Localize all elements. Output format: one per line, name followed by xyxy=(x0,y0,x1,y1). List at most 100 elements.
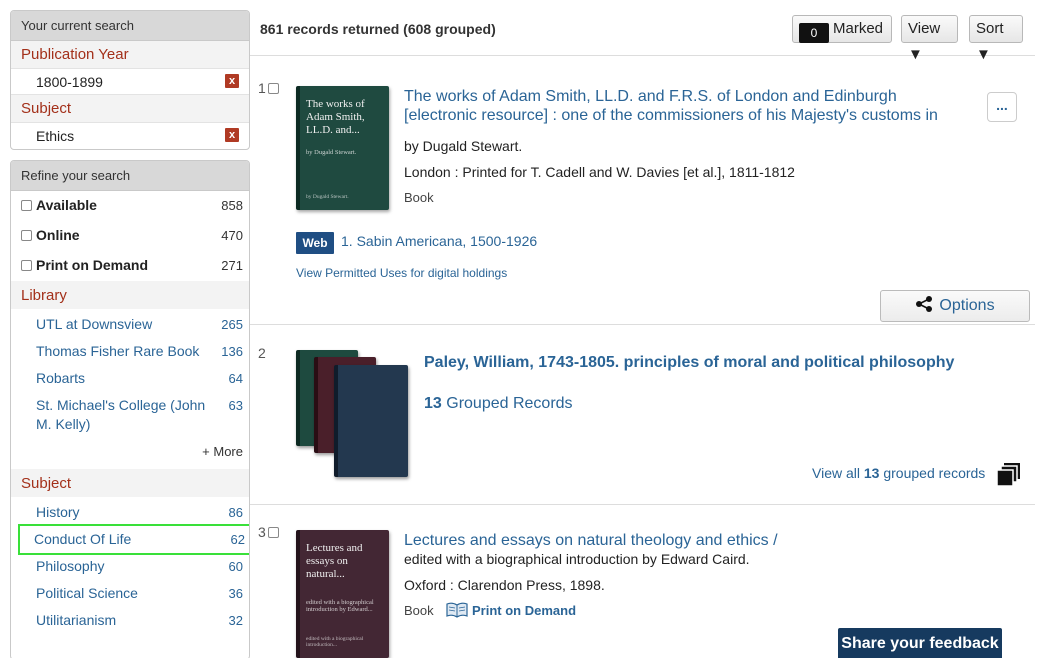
cover-title: The works of Adam Smith, LL.D. and... xyxy=(306,98,365,136)
library-item-thomas-fisher[interactable]: Thomas Fisher Rare Book 136 xyxy=(11,338,249,365)
share-icon xyxy=(916,296,933,312)
library-item-st-michaels[interactable]: St. Michael's College (John M. Kelly) 63 xyxy=(11,392,249,438)
share-feedback-button[interactable]: Share your feedback xyxy=(838,628,1002,658)
facet-count: 64 xyxy=(228,371,243,386)
view-all-prefix: View all xyxy=(812,465,860,481)
view-all-suffix: grouped records xyxy=(883,465,986,481)
record-title-link[interactable]: The works of Adam Smith, LL.D. and F.R.S… xyxy=(404,87,974,125)
availability-print-on-demand[interactable]: Print on Demand 271 xyxy=(11,251,249,281)
facet-count: 63 xyxy=(228,398,243,413)
view-dropdown[interactable]: View ▼ xyxy=(901,15,958,63)
record-format: Book xyxy=(404,603,434,618)
library-item-utl-downsview[interactable]: UTL at Downsview 265 xyxy=(11,311,249,338)
library-facet-list: UTL at Downsview 265 Thomas Fisher Rare … xyxy=(11,309,249,469)
record-title-link[interactable]: Paley, William, 1743-1805. principles of… xyxy=(424,353,984,372)
title-line[interactable]: The works of Adam Smith, LL.D. and F.R.S… xyxy=(404,88,897,105)
library-item-robarts[interactable]: Robarts 64 xyxy=(11,365,249,392)
subject-item-utilitarianism[interactable]: Utilitarianism 32 xyxy=(11,607,249,634)
grouped-count: 13 xyxy=(424,395,442,412)
record-number: 3 xyxy=(258,524,279,540)
stacked-records-icon[interactable] xyxy=(996,462,1022,488)
availability-label: Online xyxy=(36,227,80,243)
remove-filter-icon[interactable]: x xyxy=(225,128,239,142)
facet-label[interactable]: Political Science xyxy=(36,585,138,601)
facet-label[interactable]: St. Michael's College (John M. Kelly) xyxy=(36,397,205,432)
record-index: 1 xyxy=(258,80,266,96)
filter-category-publication-year: Publication Year xyxy=(11,41,249,69)
facet-label[interactable]: Philosophy xyxy=(36,558,105,574)
facet-count: 62 xyxy=(230,532,245,547)
facet-count: 136 xyxy=(221,344,243,359)
marked-label: Marked xyxy=(833,20,884,37)
facet-label[interactable]: Conduct Of Life xyxy=(34,531,131,547)
availability-label: Available xyxy=(36,197,97,213)
facet-label[interactable]: Robarts xyxy=(36,370,85,386)
record-title-link[interactable]: Lectures and essays on natural theology … xyxy=(404,531,778,550)
book-cover-image[interactable]: Lectures and essays on natural... edited… xyxy=(296,530,389,658)
sidebar: Your current search Publication Year 180… xyxy=(10,10,250,658)
library-more-link[interactable]: + More xyxy=(11,438,249,467)
facet-count: 858 xyxy=(221,198,243,213)
cover-footer: by Dugald Stewart. xyxy=(306,194,349,200)
current-search-panel: Your current search Publication Year 180… xyxy=(10,10,250,150)
subject-heading: Subject xyxy=(11,469,249,497)
marked-button[interactable]: 0 Marked xyxy=(792,15,892,43)
facet-count: 265 xyxy=(221,317,243,332)
facet-label[interactable]: UTL at Downsview xyxy=(36,316,152,332)
facet-label[interactable]: History xyxy=(36,504,80,520)
availability-available[interactable]: Available 858 xyxy=(11,191,249,221)
sort-dropdown[interactable]: Sort ▼ xyxy=(969,15,1023,63)
more-actions-button[interactable]: ... xyxy=(987,92,1017,122)
subject-item-conduct-of-life[interactable]: Conduct Of Life 62 xyxy=(18,524,249,555)
subject-item-political-science[interactable]: Political Science 36 xyxy=(11,580,249,607)
online-resource-link[interactable]: 1. Sabin Americana, 1500-1926 xyxy=(341,233,537,249)
refine-search-panel: Refine your search Available 858 Online … xyxy=(10,160,250,658)
facet-count: 271 xyxy=(221,258,243,273)
record-index: 3 xyxy=(258,524,266,540)
filter-value-subject: Ethics x xyxy=(11,123,249,149)
grouped-cover-front[interactable] xyxy=(334,365,408,477)
book-cover-image[interactable]: The works of Adam Smith, LL.D. and... by… xyxy=(296,86,389,210)
view-all-count: 13 xyxy=(863,465,880,481)
checkbox[interactable] xyxy=(21,200,32,211)
permitted-uses-link[interactable]: View Permitted Uses for digital holdings xyxy=(296,266,507,280)
options-button[interactable]: Options xyxy=(880,290,1030,322)
cover-subtitle: by Dugald Stewart. xyxy=(306,149,357,156)
availability-online[interactable]: Online 470 xyxy=(11,221,249,251)
checkbox[interactable] xyxy=(21,260,32,271)
checkbox[interactable] xyxy=(21,230,32,241)
facet-count: 86 xyxy=(228,505,243,520)
facet-count: 32 xyxy=(228,613,243,628)
record-number: 1 xyxy=(258,80,279,96)
result-record: 1 The works of Adam Smith, LL.D. and... … xyxy=(250,56,1035,325)
record-publisher: London : Printed for T. Cadell and W. Da… xyxy=(404,164,795,180)
facet-label[interactable]: Thomas Fisher Rare Book xyxy=(36,343,199,359)
facet-count: 470 xyxy=(221,228,243,243)
availability-label: Print on Demand xyxy=(36,257,149,273)
result-record: 2 Paley, William, 1743-1805. principles … xyxy=(250,325,1035,505)
remove-filter-icon[interactable]: x xyxy=(225,74,239,88)
view-all-grouped-link[interactable]: View all 13 grouped records xyxy=(812,465,985,481)
record-publisher: Oxford : Clarendon Press, 1898. xyxy=(404,577,605,593)
subject-item-history[interactable]: History 86 xyxy=(11,499,249,526)
folder-icon: 0 xyxy=(799,23,829,43)
record-checkbox[interactable] xyxy=(267,527,279,538)
record-editor: edited with a biographical introduction … xyxy=(404,551,750,567)
refine-search-heading: Refine your search xyxy=(11,161,249,191)
cover-title: Lectures and essays on natural... xyxy=(306,542,363,580)
subject-facet-list: History 86 Conduct Of Life 62 Philosophy… xyxy=(11,497,249,636)
record-checkbox[interactable] xyxy=(267,83,279,94)
records-count: 861 records returned (608 grouped) xyxy=(260,21,496,37)
facet-count: 60 xyxy=(228,559,243,574)
grouped-records-count[interactable]: 13 Grouped Records xyxy=(424,395,573,413)
title-line[interactable]: [electronic resource] : one of the commi… xyxy=(404,107,938,124)
record-format: Book xyxy=(404,190,434,205)
facet-label[interactable]: Utilitarianism xyxy=(36,612,116,628)
subject-item-philosophy[interactable]: Philosophy 60 xyxy=(11,553,249,580)
filter-category-subject: Subject xyxy=(11,95,249,123)
cover-subtitle: edited with a biographical introduction … xyxy=(306,599,374,613)
web-badge: Web xyxy=(296,232,334,254)
print-on-demand-label[interactable]: Print on Demand xyxy=(472,603,576,618)
filter-value-publication-year: 1800-1899 x xyxy=(11,69,249,95)
print-on-demand-link[interactable]: Print on Demand xyxy=(446,602,576,618)
